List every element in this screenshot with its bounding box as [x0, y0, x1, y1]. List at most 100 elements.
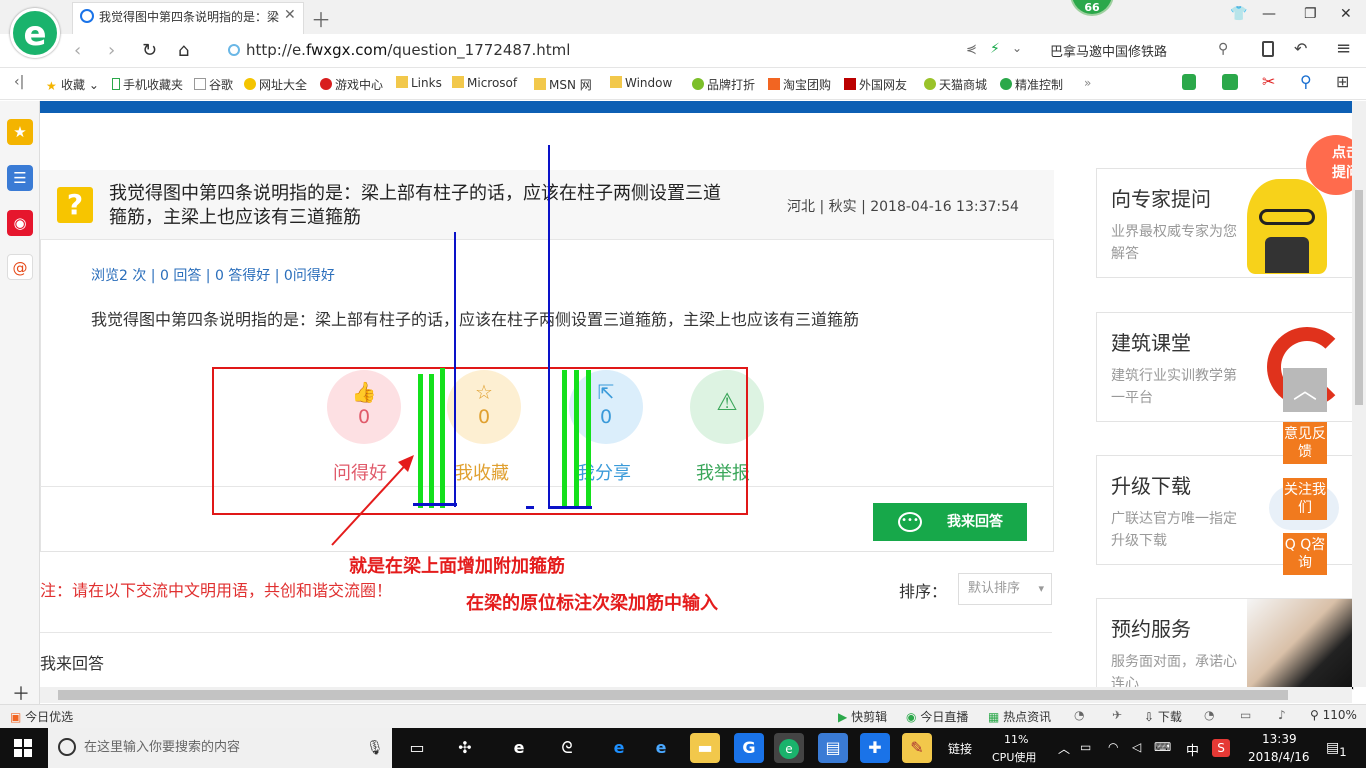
bookmark-item[interactable]: 谷歌	[194, 76, 233, 93]
clock-date[interactable]: 2018/4/16	[1248, 750, 1310, 764]
bookmark-item[interactable]: 外国网友	[844, 76, 907, 93]
statusbar-item[interactable]: ◉ 今日直播	[906, 708, 968, 725]
restore-icon[interactable]: ❐	[1304, 6, 1317, 22]
site-security-icon[interactable]	[228, 44, 240, 56]
keyboard-icon[interactable]: ⌨	[1154, 740, 1171, 754]
browser-e-icon: e	[779, 739, 799, 759]
plus-app-icon[interactable]: ✚	[860, 733, 890, 763]
download-item[interactable]: ⇩ 下载	[1144, 708, 1182, 725]
bookmark-item[interactable]: Links	[396, 76, 442, 90]
bookmark-item[interactable]: 游戏中心	[320, 76, 383, 93]
taskbar-search-input[interactable]: 在这里输入你要搜索的内容	[48, 728, 392, 768]
fan-app-icon[interactable]: ✣	[450, 733, 480, 763]
url-dropdown-icon[interactable]: ⌄	[1012, 41, 1022, 55]
windows-start-icon[interactable]	[14, 739, 32, 757]
bookmark-item[interactable]: 淘宝团购	[768, 76, 831, 93]
mascot-image	[1247, 179, 1327, 274]
flag-icon	[844, 78, 856, 90]
lightning-icon[interactable]: ⚡	[990, 41, 1000, 57]
home-icon[interactable]: ⌂	[178, 40, 189, 61]
bookmark-item[interactable]: ★ 收藏 ⌄	[46, 76, 99, 93]
file-explorer-icon[interactable]: ▬	[690, 733, 720, 763]
menu-icon[interactable]: ≡	[1336, 38, 1351, 59]
sort-select[interactable]: 默认排序	[958, 573, 1052, 605]
speed-icon[interactable]: ◔	[1074, 708, 1084, 722]
annotation-green-stroke	[574, 370, 579, 508]
document-app-icon[interactable]: ▤	[818, 733, 848, 763]
more-bookmarks-icon[interactable]: »	[1084, 76, 1091, 90]
back-icon[interactable]: ‹	[74, 40, 81, 61]
clean-icon[interactable]: ◔	[1204, 708, 1214, 722]
new-tab-icon[interactable]: ＋	[311, 4, 331, 33]
shirt-skin-icon[interactable]: 👕	[1230, 6, 1247, 22]
close-window-icon[interactable]: ✕	[1340, 6, 1352, 22]
clock-time[interactable]: 13:39	[1262, 732, 1297, 746]
notification-center[interactable]: ▤1	[1326, 740, 1347, 759]
zoom-level[interactable]: ⚲ 110%	[1310, 708, 1357, 722]
browser-logo[interactable]: e	[10, 8, 60, 58]
statusbar-item[interactable]: ▦ 热点资讯	[988, 708, 1051, 725]
bookmark-item[interactable]: 手机收藏夹	[112, 76, 183, 93]
url-input[interactable]: http://e.fwxgx.com/question_1772487.html	[246, 41, 570, 59]
bookmark-item[interactable]: MSN 网	[534, 76, 592, 93]
qq-consult-button[interactable]: Q Q咨询	[1283, 533, 1327, 575]
speaker-icon[interactable]: ◁	[1132, 740, 1141, 754]
shield-icon[interactable]	[1182, 74, 1196, 90]
bookmark-item[interactable]: 品牌打折	[692, 76, 755, 93]
wifi-icon[interactable]: ◠	[1108, 740, 1118, 754]
apps-grid-icon[interactable]: ⊞	[1336, 72, 1349, 91]
task-view-icon[interactable]: ▭	[402, 733, 432, 763]
battery-icon[interactable]: ▭	[1080, 740, 1091, 754]
bookmark-item[interactable]: 精准控制	[1000, 76, 1063, 93]
feedback-button[interactable]: 意见反馈	[1283, 422, 1327, 464]
vertical-scroll-thumb[interactable]	[1355, 190, 1363, 405]
volume-icon[interactable]: ♪	[1278, 708, 1286, 722]
favorites-star-icon[interactable]: ★	[7, 119, 33, 145]
minimize-icon[interactable]: —	[1262, 6, 1276, 22]
edge-browser-icon[interactable]: e	[604, 733, 634, 763]
bookmark-item[interactable]: 网址大全	[244, 76, 307, 93]
statusbar-item[interactable]: ▶ 快剪辑	[838, 708, 887, 725]
share-icon[interactable]: ⋞	[966, 42, 977, 57]
microphone-icon[interactable]: 🎙	[366, 740, 384, 756]
ie-icon[interactable]: e	[646, 733, 676, 763]
tab-close-icon[interactable]: ✕	[284, 7, 296, 23]
globe-icon	[244, 78, 256, 90]
sogou-icon[interactable]: S	[1212, 739, 1230, 757]
pin-icon[interactable]: ✈	[1112, 708, 1122, 722]
magnifier-icon[interactable]: ⚲	[1300, 72, 1312, 91]
notes-app-icon[interactable]: ✎	[902, 733, 932, 763]
today-picks[interactable]: ▣ 今日优选	[10, 708, 73, 725]
edge-icon[interactable]: e	[504, 733, 534, 763]
links-toolbar[interactable]: 链接	[948, 740, 972, 757]
weibo-icon[interactable]: ◉	[7, 210, 33, 236]
bookmark-item[interactable]: Microsof	[452, 76, 517, 90]
horizontal-scroll-thumb[interactable]	[58, 690, 1288, 700]
browser-tab[interactable]: 我觉得图中第四条说明指的是：梁	[72, 2, 304, 34]
forward-icon[interactable]: ›	[108, 40, 115, 61]
service-card[interactable]: 预约服务 服务面对面，承诺心连心	[1096, 598, 1354, 690]
tray-expand-icon[interactable]: ︿	[1058, 740, 1070, 757]
active-browser-app[interactable]: e	[774, 733, 804, 763]
search-input[interactable]: 巴拿马邀中国修铁路	[1040, 38, 1242, 62]
bookmark-item[interactable]: 天猫商城	[924, 76, 987, 93]
spiral-app-icon[interactable]: ᘓ	[552, 733, 582, 763]
window-icon[interactable]: ▭	[1240, 708, 1251, 722]
search-icon[interactable]: ⚲	[1218, 41, 1228, 57]
add-icon[interactable]: ＋	[12, 680, 30, 706]
list-icon[interactable]: ☰	[7, 165, 33, 191]
sidebar-toggle-icon[interactable]: ‹|	[14, 74, 24, 90]
bookmark-item[interactable]: Window	[610, 76, 672, 90]
undo-icon[interactable]: ↶	[1294, 39, 1307, 58]
translate-icon[interactable]	[1222, 74, 1238, 90]
phone-icon[interactable]	[1262, 41, 1274, 57]
glodon-icon[interactable]: G	[734, 733, 764, 763]
refresh-icon[interactable]: ↻	[142, 40, 157, 61]
answer-button[interactable]: 我来回答	[873, 503, 1027, 541]
ime-indicator[interactable]: 中	[1186, 740, 1199, 759]
mail-icon[interactable]: @	[7, 254, 33, 280]
question-stats[interactable]: 浏览2 次 | 0 回答 | 0 答得好 | 0问得好	[91, 265, 335, 285]
scissors-icon[interactable]: ✂	[1262, 72, 1275, 91]
back-to-top-icon[interactable]: ︿	[1283, 368, 1327, 412]
follow-us-button[interactable]: 关注我们	[1283, 478, 1327, 520]
